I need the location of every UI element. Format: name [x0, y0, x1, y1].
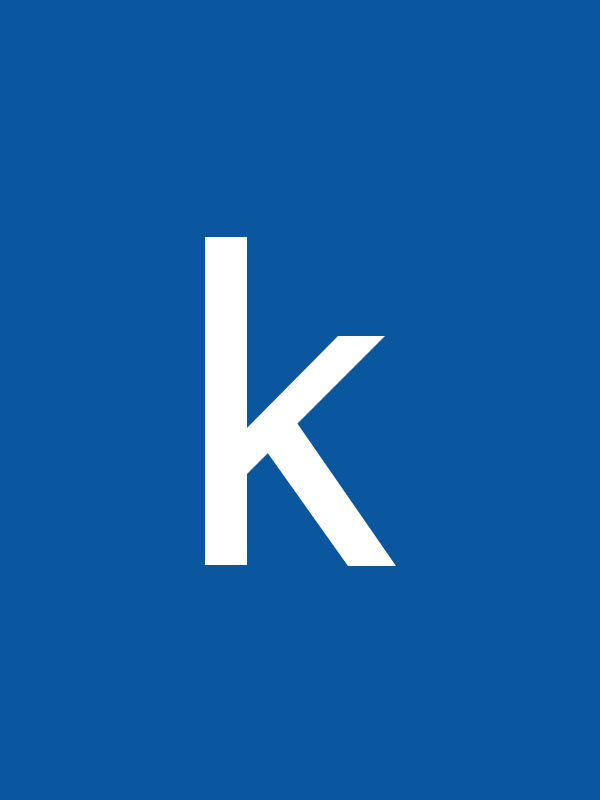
app-icon-tile — [0, 0, 600, 800]
letter-k-logo-icon — [0, 0, 600, 800]
k-stem — [205, 237, 247, 565]
